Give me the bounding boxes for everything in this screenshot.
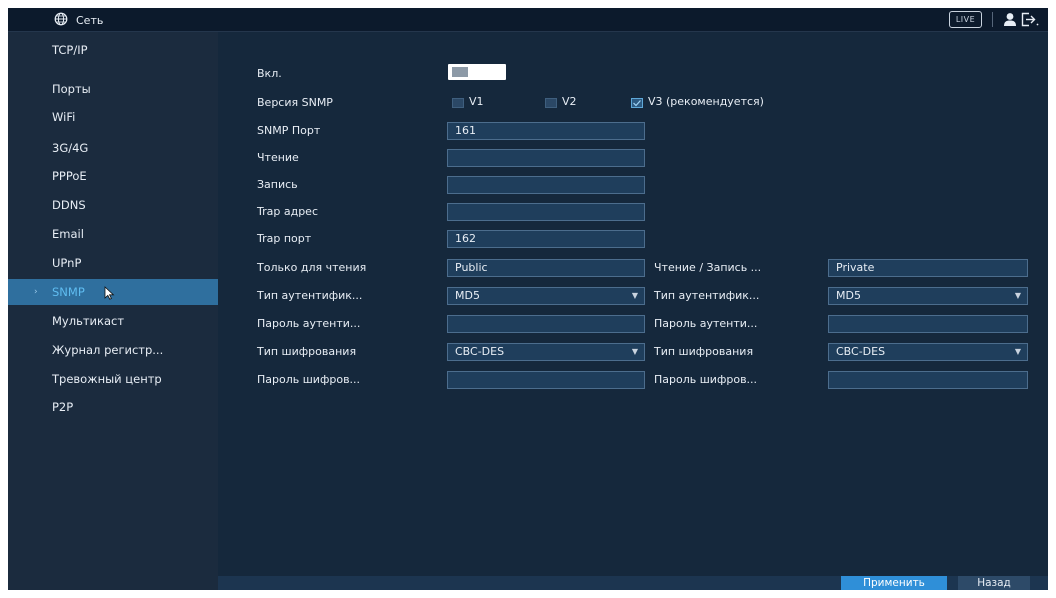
encryption-type-left-value: CBC-DES	[455, 345, 505, 358]
read-only-user-input[interactable]: Public	[447, 259, 645, 277]
read-community-input[interactable]	[447, 149, 645, 167]
read-community-label: Чтение	[257, 151, 299, 164]
top-bar: Сеть LIVE	[8, 8, 1048, 32]
sidebar-item-ddns[interactable]: DDNS	[8, 192, 218, 218]
sidebar-item-tcpip[interactable]: TCP/IP	[8, 37, 218, 63]
chevron-down-icon: ▼	[631, 347, 638, 356]
trap-port-label: Trap порт	[257, 232, 312, 245]
write-community-input[interactable]	[447, 176, 645, 194]
v2-checkbox[interactable]	[545, 98, 557, 108]
encryption-type-left-select[interactable]: CBC-DES ▼	[447, 343, 645, 361]
snmp-port-label: SNMP Порт	[257, 124, 321, 137]
encryption-type-right-label: Тип шифрования	[654, 345, 754, 358]
apply-button[interactable]: Применить	[841, 576, 947, 590]
write-community-label: Запись	[257, 178, 298, 191]
encryption-type-right-value: CBC-DES	[836, 345, 886, 358]
trap-address-input[interactable]	[447, 203, 645, 221]
sidebar-item-email[interactable]: Email	[8, 221, 218, 247]
globe-icon	[54, 11, 68, 30]
read-only-user-label: Только для чтения	[257, 261, 367, 274]
auth-type-left-value: MD5	[455, 289, 480, 302]
logout-icon[interactable]	[1021, 12, 1039, 31]
sidebar-item-label: TCP/IP	[52, 43, 88, 57]
encryption-password-left-label: Пароль шифров...	[257, 373, 361, 386]
encryption-password-right-input[interactable]	[828, 371, 1028, 389]
encryption-password-left-input[interactable]	[447, 371, 645, 389]
toolbar-divider	[992, 12, 993, 27]
sidebar-item-3g4g[interactable]: 3G/4G	[8, 135, 218, 161]
auth-type-left-select[interactable]: MD5 ▼	[447, 287, 645, 305]
v3-checkbox[interactable]	[631, 98, 643, 108]
auth-password-left-input[interactable]	[447, 315, 645, 333]
auth-type-right-label: Тип аутентифик...	[654, 289, 760, 302]
sidebar-item-p2p[interactable]: P2P	[8, 394, 218, 420]
sidebar-item-label: Email	[52, 227, 84, 241]
back-button[interactable]: Назад	[958, 576, 1030, 590]
auth-type-left-label: Тип аутентифик...	[257, 289, 363, 302]
sidebar-item-label: Тревожный центр	[52, 372, 162, 386]
sidebar-item-label: UPnP	[52, 256, 82, 270]
v1-label: V1	[469, 95, 484, 108]
sidebar-item-label: 3G/4G	[52, 141, 89, 155]
app-window: Сеть LIVE TCP/IP Порты WiFi 3G/4G PPPoE …	[8, 8, 1048, 590]
chevron-down-icon: ▼	[1014, 347, 1021, 356]
user-icon[interactable]	[1003, 12, 1017, 31]
sidebar-item-ports[interactable]: Порты	[8, 76, 218, 102]
v2-label: V2	[562, 95, 577, 108]
sidebar-item-label: Мультикаст	[52, 314, 125, 328]
encryption-password-right-label: Пароль шифров...	[654, 373, 758, 386]
check-icon	[633, 100, 641, 107]
auth-type-right-value: MD5	[836, 289, 861, 302]
auth-type-right-select[interactable]: MD5 ▼	[828, 287, 1028, 305]
auth-password-left-label: Пароль аутенти...	[257, 317, 361, 330]
chevron-down-icon: ▼	[1014, 291, 1021, 300]
mouse-cursor-icon	[104, 285, 115, 304]
auth-password-right-input[interactable]	[828, 315, 1028, 333]
sidebar-item-multicast[interactable]: Мультикаст	[8, 308, 218, 334]
sidebar-item-label: Журнал регистр...	[52, 343, 164, 357]
v1-checkbox[interactable]	[452, 98, 464, 108]
auth-password-right-label: Пароль аутенти...	[654, 317, 758, 330]
sidebar-item-label: PPPoE	[52, 169, 87, 183]
sidebar-item-upnp[interactable]: UPnP	[8, 250, 218, 276]
snmp-port-input[interactable]: 161	[447, 122, 645, 140]
live-view-button[interactable]: LIVE	[949, 11, 982, 28]
sidebar-item-alarm-center[interactable]: Тревожный центр	[8, 366, 218, 392]
sidebar-item-wifi[interactable]: WiFi	[8, 104, 218, 130]
toggle-knob	[452, 67, 468, 77]
sidebar-item-register-log[interactable]: Журнал регистр...	[8, 337, 218, 363]
snmp-version-label: Версия SNMP	[257, 96, 333, 109]
active-marker-icon: ›	[34, 287, 38, 297]
trap-address-label: Trap адрес	[257, 205, 318, 218]
sidebar: TCP/IP Порты WiFi 3G/4G PPPoE DDNS Email…	[8, 32, 218, 590]
sidebar-item-label: DDNS	[52, 198, 86, 212]
enable-toggle[interactable]	[448, 64, 506, 80]
sidebar-item-pppoe[interactable]: PPPoE	[8, 163, 218, 189]
read-write-user-input[interactable]: Private	[828, 259, 1028, 277]
trap-port-input[interactable]: 162	[447, 230, 645, 248]
sidebar-item-label: SNMP	[52, 285, 85, 299]
encryption-type-left-label: Тип шифрования	[257, 345, 357, 358]
chevron-down-icon: ▼	[631, 291, 638, 300]
encryption-type-right-select[interactable]: CBC-DES ▼	[828, 343, 1028, 361]
sidebar-item-label: Порты	[52, 82, 91, 96]
page-title: Сеть	[76, 14, 104, 27]
sidebar-item-label: P2P	[52, 400, 74, 414]
page-title-group: Сеть	[54, 11, 103, 30]
v3-label: V3 (рекомендуется)	[648, 95, 764, 108]
snmp-settings-panel: Вкл. Версия SNMP V1 V2 V3 (рекомендуется…	[218, 32, 1048, 590]
enable-label: Вкл.	[257, 67, 282, 80]
sidebar-item-label: WiFi	[52, 110, 76, 124]
read-write-user-label: Чтение / Запись ...	[654, 261, 762, 274]
